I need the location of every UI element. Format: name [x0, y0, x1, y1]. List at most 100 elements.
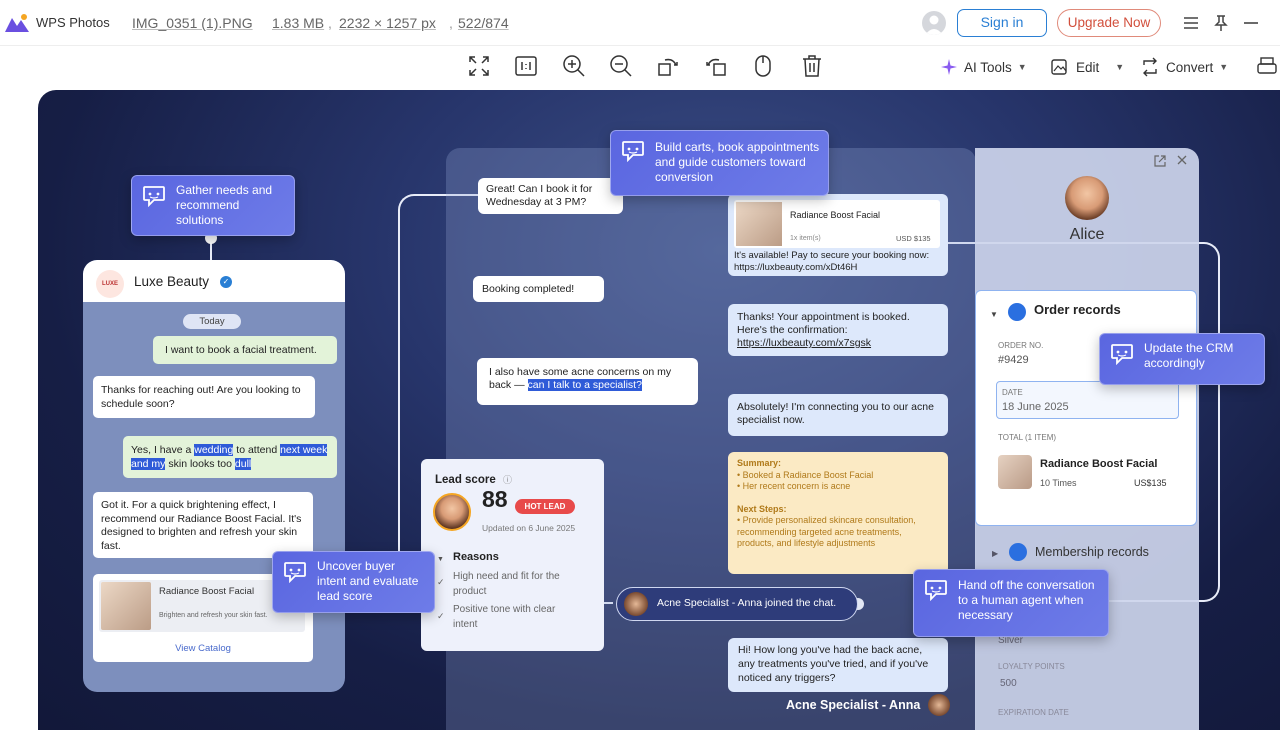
- chat-bubble-icon: [1111, 344, 1133, 365]
- title-bar: WPS Photos IMG_0351 (1).PNG 1.83 MB , 22…: [0, 0, 1280, 46]
- summary-item: • Booked a Radiance Boost Facial: [737, 469, 874, 480]
- lead-avatar: [433, 493, 471, 531]
- verified-icon: ✓: [220, 276, 232, 288]
- brand-logo: LUXE: [96, 270, 124, 298]
- rotate-right-icon[interactable]: [703, 53, 729, 79]
- chat-bubble-icon: [143, 186, 165, 207]
- chevron-down-icon: ▼: [1219, 62, 1229, 72]
- sparkle-icon: [941, 59, 957, 75]
- feature-text: Build carts, book appointments and guide…: [655, 140, 820, 184]
- file-name[interactable]: IMG_0351 (1).PNG: [132, 15, 253, 31]
- chat-message: Thanks! Your appointment is booked. Here…: [728, 304, 948, 356]
- ai-tools-menu[interactable]: AI Tools ▼: [940, 58, 1027, 76]
- date-label: DATE: [1002, 388, 1023, 397]
- feature-update-crm: Update the CRM accordingly: [1099, 333, 1265, 385]
- delete-icon[interactable]: [799, 53, 825, 79]
- order-records-card: ▼ Order records ORDER NO. #9429 DATE 18 …: [975, 290, 1197, 526]
- edit-menu[interactable]: Edit ▼: [1050, 58, 1124, 76]
- hot-lead-badge: HOT LEAD: [515, 499, 575, 514]
- product-name: Radiance Boost Facial: [159, 586, 255, 597]
- user-avatar-icon[interactable]: [922, 11, 946, 35]
- mouse-icon[interactable]: [750, 53, 776, 79]
- item-price: US$135: [1134, 478, 1167, 488]
- highlight-text: can I talk to a specialist?: [527, 379, 642, 391]
- zoom-in-icon[interactable]: [561, 53, 587, 79]
- rotate-left-icon[interactable]: [655, 53, 681, 79]
- order-no: #9429: [998, 354, 1029, 366]
- chevron-down-icon[interactable]: ▼: [990, 308, 998, 322]
- next-step-text: Provide personalized skincare consultati…: [737, 515, 916, 548]
- loyalty-points: 500: [1000, 678, 1017, 689]
- chat-bubble-icon: [622, 141, 644, 162]
- date-chip: Today: [183, 314, 241, 329]
- chat-bubble-icon: [925, 580, 947, 601]
- brand-name: Luxe Beauty: [134, 274, 210, 289]
- external-link-icon[interactable]: [1153, 154, 1167, 168]
- specialist-signature: Acne Specialist - Anna: [786, 698, 921, 712]
- convert-menu[interactable]: Convert ▼: [1140, 57, 1229, 77]
- msg-text: Yes, I have a: [131, 444, 195, 456]
- summary-item: • Her recent concern is acne: [737, 481, 851, 491]
- minimize-icon[interactable]: [1240, 12, 1262, 34]
- feature-hand-off: Hand off the conversation to a human age…: [913, 569, 1109, 637]
- summary-title: Summary:: [737, 458, 782, 468]
- feature-gather-needs: Gather needs and recommend solutions: [131, 175, 295, 236]
- product-image: [101, 582, 151, 630]
- close-icon[interactable]: [1176, 154, 1188, 166]
- chevron-down-icon: ▼: [1115, 62, 1125, 72]
- total-label: TOTAL (1 ITEM): [998, 433, 1057, 442]
- app-name: WPS Photos: [36, 15, 110, 30]
- payment-text: It's available! Pay to secure your booki…: [734, 250, 944, 274]
- customer-name: Alice: [1069, 226, 1105, 243]
- fullscreen-icon[interactable]: [466, 53, 492, 79]
- chat-panel: LUXE Luxe Beauty ✓ Today I want to book …: [83, 260, 345, 692]
- msg-text: Thanks! Your appointment is booked. Here…: [737, 311, 910, 336]
- summary-text: Booked a Radiance Boost Facial: [742, 469, 874, 480]
- image-canvas[interactable]: Alice ▼ Order records ORDER NO. #9429 DA…: [38, 90, 1280, 730]
- chevron-down-icon[interactable]: ▼: [437, 553, 444, 567]
- payment-link[interactable]: https://luxbeauty.com/xDt46H: [734, 262, 857, 273]
- print-icon[interactable]: [1256, 56, 1278, 78]
- product-price: USD $135: [896, 234, 931, 243]
- confirmation-link[interactable]: https://luxbeauty.com/x7sgsk: [737, 337, 871, 349]
- reason-item: High need and fit for the product: [453, 571, 560, 597]
- highlight-text: and my: [131, 458, 166, 470]
- specialist-avatar: [928, 694, 950, 716]
- customer-avatar: [1065, 176, 1109, 220]
- membership-records[interactable]: Membership records: [1035, 545, 1149, 559]
- chat-bubble-icon: [284, 562, 306, 583]
- feature-build-carts: Build carts, book appointments and guide…: [610, 130, 829, 196]
- product-thumbnail: [998, 455, 1032, 489]
- pin-icon[interactable]: [1210, 12, 1232, 34]
- chat-message: Yes, I have a wedding to attend next wee…: [123, 436, 337, 478]
- check-icon: ✓: [437, 577, 445, 587]
- edit-label: Edit: [1076, 59, 1100, 75]
- zoom-out-icon[interactable]: [608, 53, 634, 79]
- actual-size-icon[interactable]: [513, 53, 539, 79]
- date-field[interactable]: DATE 18 June 2025: [996, 381, 1179, 419]
- next-steps-title: Next Steps:: [737, 503, 787, 514]
- view-catalog-link[interactable]: View Catalog: [93, 643, 313, 654]
- payment-message: Radiance Boost Facial 1x item(s) USD $13…: [728, 194, 948, 276]
- chevron-right-icon[interactable]: ▶: [992, 549, 998, 558]
- file-size: 1.83 MB: [272, 15, 325, 31]
- upgrade-now-button[interactable]: Upgrade Now: [1057, 9, 1161, 37]
- order-no-label: ORDER NO.: [998, 341, 1044, 350]
- chat-header: LUXE Luxe Beauty ✓: [83, 260, 345, 302]
- product-qty: 1x item(s): [790, 235, 821, 242]
- check-icon: ✓: [437, 611, 445, 621]
- info-icon[interactable]: ⓘ: [503, 473, 512, 487]
- expiration-label: EXPIRATION DATE: [998, 708, 1069, 717]
- chat-message: I also have some acne concerns on my bac…: [477, 358, 698, 405]
- chat-message: Got it. For a quick brightening effect, …: [93, 492, 313, 558]
- sign-in-button[interactable]: Sign in: [957, 9, 1047, 37]
- lead-updated: Updated on 6 June 2025: [482, 523, 576, 533]
- menu-icon[interactable]: [1180, 12, 1202, 34]
- product-image: [736, 202, 782, 246]
- order-records-title: Order records: [1034, 302, 1121, 317]
- highlight-text: next week: [280, 444, 328, 456]
- feature-text: Uncover buyer intent and evaluate lead s…: [317, 559, 419, 603]
- convert-icon: [1143, 57, 1157, 77]
- lead-score-card: Lead score ⓘ 88 HOT LEAD Updated on 6 Ju…: [421, 459, 604, 651]
- image-position: 522/874: [458, 15, 509, 31]
